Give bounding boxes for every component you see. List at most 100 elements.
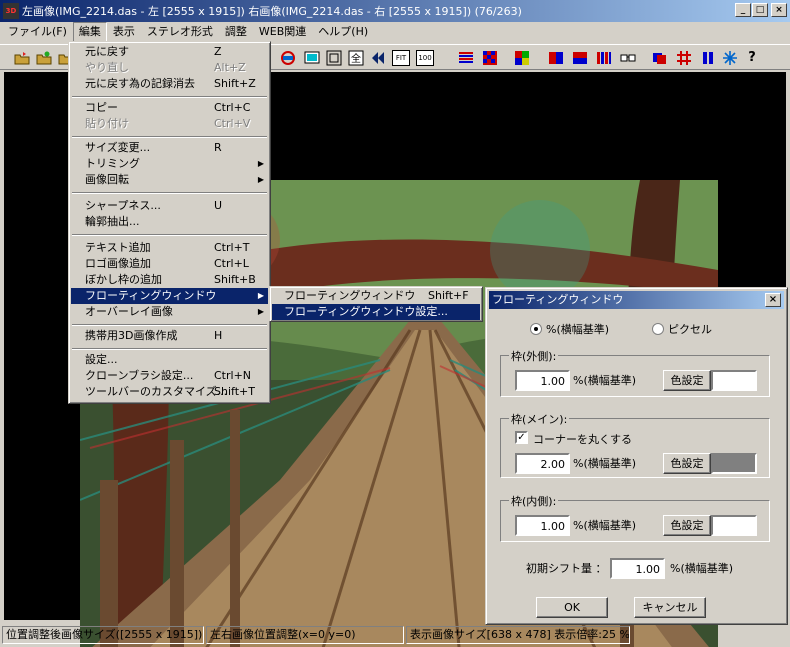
window-title: 左画像(IMG_2214.das - 左 [2555 x 1915]) 右画像(… bbox=[22, 5, 522, 18]
menu-edge-extract[interactable]: 輪郭抽出... bbox=[71, 214, 268, 230]
inner-color-button[interactable]: 色設定 bbox=[663, 515, 711, 536]
menu-separator bbox=[72, 136, 267, 138]
fit-icon[interactable]: FIT bbox=[392, 50, 410, 66]
edit-menu-dropdown: 元に戻す Z やり直し Alt+Z 元に戻す為の記録消去 Shift+Z コピー Ctr… bbox=[68, 41, 271, 404]
menu-bar: ファイル(F) 編集 表示 ステレオ形式 調整 WEB関連 ヘルプ(H) bbox=[0, 22, 790, 42]
outer-frame-unit: %(横幅基準) bbox=[573, 374, 637, 387]
menu-paste[interactable]: 貼り付け Ctrl+V bbox=[71, 116, 268, 132]
menu-web[interactable]: WEB関連 bbox=[253, 22, 312, 42]
maximize-button[interactable]: □ bbox=[752, 3, 768, 17]
svg-text:全: 全 bbox=[351, 52, 361, 65]
menu-add-blur-frame[interactable]: ぼかし枠の追加 Shift+B bbox=[71, 272, 268, 288]
submenu-floating-window[interactable]: フローティングウィンドウ Shift+F bbox=[272, 288, 480, 304]
title-bar[interactable]: 3D 左画像(IMG_2214.das - 左 [2555 x 1915]) 右… bbox=[0, 0, 790, 22]
menu-edit[interactable]: 編集 bbox=[72, 22, 107, 42]
dialog-title-bar[interactable]: フローティングウィンドウ × bbox=[489, 291, 784, 309]
menu-view[interactable]: 表示 bbox=[107, 22, 141, 42]
split-blue-red-icon[interactable] bbox=[572, 50, 588, 66]
menu-adjust[interactable]: 調整 bbox=[219, 22, 253, 42]
menu-undo[interactable]: 元に戻す Z bbox=[71, 44, 268, 60]
initial-shift-input[interactable]: 1.00 bbox=[610, 558, 665, 579]
app-icon[interactable]: 3D bbox=[3, 3, 19, 19]
rotate-icon[interactable] bbox=[280, 50, 296, 66]
mosaic-icon[interactable] bbox=[514, 50, 530, 66]
radio-pixel[interactable]: ピクセル bbox=[652, 321, 712, 337]
menu-floating-window[interactable]: フローティングウィンドウ ▶ bbox=[71, 288, 268, 304]
menu-clear-undo-history[interactable]: 元に戻す為の記録消去 Shift+Z bbox=[71, 76, 268, 92]
checker-icon[interactable] bbox=[482, 50, 498, 66]
submenu-arrow-icon: ▶ bbox=[257, 307, 264, 316]
ok-button[interactable]: OK bbox=[536, 597, 608, 618]
outer-frame-group: 枠(外側): 1.00 %(横幅基準) 色設定 bbox=[500, 348, 770, 397]
outer-frame-input[interactable]: 1.00 bbox=[515, 370, 570, 391]
main-frame-input[interactable]: 2.00 bbox=[515, 453, 570, 474]
main-frame-group: 枠(メイン): ✓ コーナーを丸くする 2.00 %(横幅基準) 色設定 bbox=[500, 411, 770, 478]
main-color-button[interactable]: 色設定 bbox=[663, 453, 711, 474]
monitor-icon[interactable] bbox=[304, 50, 320, 66]
menu-overlay-image[interactable]: オーバーレイ画像 ▶ bbox=[71, 304, 268, 320]
submenu-arrow-icon: ▶ bbox=[257, 291, 264, 300]
split-red-blue-icon[interactable] bbox=[548, 50, 564, 66]
inner-frame-input[interactable]: 1.00 bbox=[515, 515, 570, 536]
menu-add-text[interactable]: テキスト追加 Ctrl+T bbox=[71, 240, 268, 256]
columns-icon[interactable] bbox=[596, 50, 612, 66]
submenu-floating-window-settings[interactable]: フローティングウィンドウ設定... bbox=[272, 304, 480, 320]
outer-color-swatch[interactable] bbox=[711, 370, 757, 391]
menu-redo[interactable]: やり直し Alt+Z bbox=[71, 60, 268, 76]
menu-sharpness[interactable]: シャープネス... U bbox=[71, 198, 268, 214]
menu-file[interactable]: ファイル(F) bbox=[2, 22, 73, 42]
help-icon[interactable]: ? bbox=[744, 50, 760, 66]
snowflake-icon[interactable] bbox=[722, 50, 738, 66]
fullscreen-icon[interactable]: 全 bbox=[348, 50, 364, 66]
rounded-corner-checkbox[interactable]: ✓ bbox=[515, 431, 528, 444]
grid-hash-icon[interactable] bbox=[676, 50, 692, 66]
red-blue-overlay-icon[interactable] bbox=[652, 50, 668, 66]
outer-color-button[interactable]: 色設定 bbox=[663, 370, 711, 391]
glasses-icon[interactable] bbox=[620, 50, 636, 66]
zoom-100-icon[interactable]: 100 bbox=[416, 50, 434, 66]
open-folder-alt-icon[interactable] bbox=[36, 50, 52, 66]
radio-percent-indicator[interactable] bbox=[530, 323, 542, 335]
menu-stereo-format[interactable]: ステレオ形式 bbox=[141, 22, 219, 42]
dialog-close-button[interactable]: × bbox=[765, 293, 781, 307]
menu-resize[interactable]: サイズ変更... R bbox=[71, 140, 268, 156]
main-frame-label: 枠(メイン): bbox=[509, 411, 570, 427]
menu-separator bbox=[72, 96, 267, 98]
cancel-button[interactable]: キャンセル bbox=[634, 597, 706, 618]
main-color-swatch[interactable] bbox=[711, 453, 757, 474]
open-folder-icon[interactable] bbox=[14, 50, 30, 66]
prev-icon[interactable] bbox=[370, 50, 386, 66]
status-adjusted-size: 位置調整後画像サイズ([2555 x 1915]) bbox=[2, 626, 204, 644]
minimize-button[interactable]: _ bbox=[735, 3, 751, 17]
menu-rotate-image[interactable]: 画像回転 ▶ bbox=[71, 172, 268, 188]
inner-frame-label: 枠(内側): bbox=[509, 493, 559, 509]
radio-pixel-indicator[interactable] bbox=[652, 323, 664, 335]
inner-color-swatch[interactable] bbox=[711, 515, 757, 536]
submenu-arrow-icon: ▶ bbox=[257, 175, 264, 184]
main-frame-unit: %(横幅基準) bbox=[573, 457, 637, 470]
rounded-corner-label: コーナーを丸くする bbox=[533, 433, 632, 446]
menu-separator bbox=[72, 324, 267, 326]
menu-help[interactable]: ヘルプ(H) bbox=[312, 22, 374, 42]
parallel-icon[interactable] bbox=[700, 50, 716, 66]
menu-customize-toolbar[interactable]: ツールバーのカスタマイズ... Shift+T bbox=[71, 384, 268, 400]
menu-mobile-3d[interactable]: 携帯用3D画像作成 H bbox=[71, 328, 268, 344]
frame-icon[interactable] bbox=[326, 50, 342, 66]
menu-clone-brush[interactable]: クローンブラシ設定... Ctrl+N bbox=[71, 368, 268, 384]
menu-settings[interactable]: 設定... bbox=[71, 352, 268, 368]
menu-separator bbox=[72, 192, 267, 194]
menu-trimming[interactable]: トリミング ▶ bbox=[71, 156, 268, 172]
menu-separator bbox=[72, 348, 267, 350]
initial-shift-label: 初期シフト量 ： bbox=[526, 562, 607, 575]
floating-window-dialog: フローティングウィンドウ × %(横幅基準) ピクセル 枠(外側): 1.00 … bbox=[485, 287, 788, 625]
stripes-red-blue-icon[interactable] bbox=[458, 50, 474, 66]
close-button[interactable]: × bbox=[771, 3, 787, 17]
status-display-size: 表示画像サイズ[638 x 478] 表示倍率:25 % bbox=[406, 626, 630, 644]
status-bar: 位置調整後画像サイズ([2555 x 1915]) 左右画像位置調整(x=0 y… bbox=[0, 624, 790, 647]
status-position-adjust: 左右画像位置調整(x=0 y=0) bbox=[206, 626, 404, 644]
inner-frame-group: 枠(内側): 1.00 %(横幅基準) 色設定 bbox=[500, 493, 770, 542]
menu-add-logo[interactable]: ロゴ画像追加 Ctrl+L bbox=[71, 256, 268, 272]
menu-copy[interactable]: コピー Ctrl+C bbox=[71, 100, 268, 116]
radio-percent[interactable]: %(横幅基準) bbox=[530, 321, 609, 337]
dialog-title: フローティングウィンドウ bbox=[492, 293, 624, 306]
